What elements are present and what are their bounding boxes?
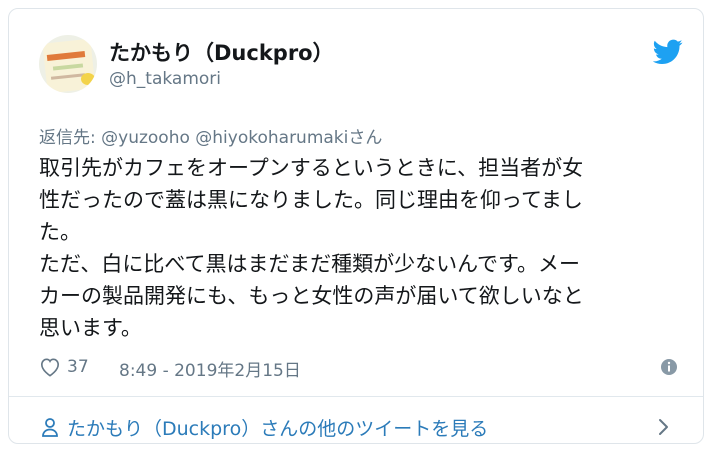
tweet-text-line: 取引先がカフェをオープンするというときに、担当者が女 bbox=[39, 156, 584, 180]
author-avatar[interactable] bbox=[39, 35, 97, 93]
tweet-text-line: 思います。 bbox=[39, 316, 142, 340]
more-tweets-label[interactable]: たかもり（Duckpro）さんの他のツイートを見る bbox=[67, 414, 488, 441]
tweet-body: 取引先がカフェをオープンするというときに、担当者が女 性だったので蓋は黒になりま… bbox=[39, 152, 679, 344]
like-count: 37 bbox=[67, 357, 89, 377]
twitter-bird-icon[interactable] bbox=[653, 39, 683, 65]
reply-to-mentions[interactable]: @yuzooho @hiyokoharumaki bbox=[101, 128, 348, 148]
reply-to-prefix: 返信先: bbox=[39, 128, 102, 148]
reply-to-suffix: さん bbox=[348, 128, 383, 148]
tweet-meta: 37 8:49 - 2019年2月15日 bbox=[39, 353, 679, 381]
like-button[interactable]: 37 bbox=[39, 355, 89, 379]
tweet-text-line: ただ、白に比べて黒はまだまだ種類が少ないんです。メー bbox=[39, 252, 580, 276]
author-handle[interactable]: @h_takamori bbox=[109, 69, 221, 89]
tweet-text-line: カーの製品開発にも、もっと女性の声が届いて欲しいなと bbox=[39, 284, 584, 308]
heart-icon bbox=[40, 358, 60, 377]
more-tweets-link[interactable]: たかもり（Duckpro）さんの他のツイートを見る bbox=[9, 397, 703, 443]
tweet-timestamp[interactable]: 8:49 - 2019年2月15日 bbox=[119, 356, 301, 381]
info-icon[interactable] bbox=[659, 357, 679, 377]
reply-to-line: 返信先: @yuzooho @hiyokoharumakiさん bbox=[39, 123, 382, 148]
chevron-right-icon bbox=[659, 419, 668, 435]
user-icon bbox=[42, 418, 58, 437]
tweet-text-line: 性だったので蓋は黒になりました。同じ理由を仰ってまし bbox=[39, 188, 583, 212]
author-display-name[interactable]: たかもり（Duckpro） bbox=[109, 37, 334, 67]
embedded-tweet-card: たかもり（Duckpro） @h_takamori 返信先: @yuzooho … bbox=[8, 8, 704, 444]
tweet-header: たかもり（Duckpro） @h_takamori bbox=[39, 31, 683, 97]
tweet-text-line: た。 bbox=[39, 220, 81, 244]
